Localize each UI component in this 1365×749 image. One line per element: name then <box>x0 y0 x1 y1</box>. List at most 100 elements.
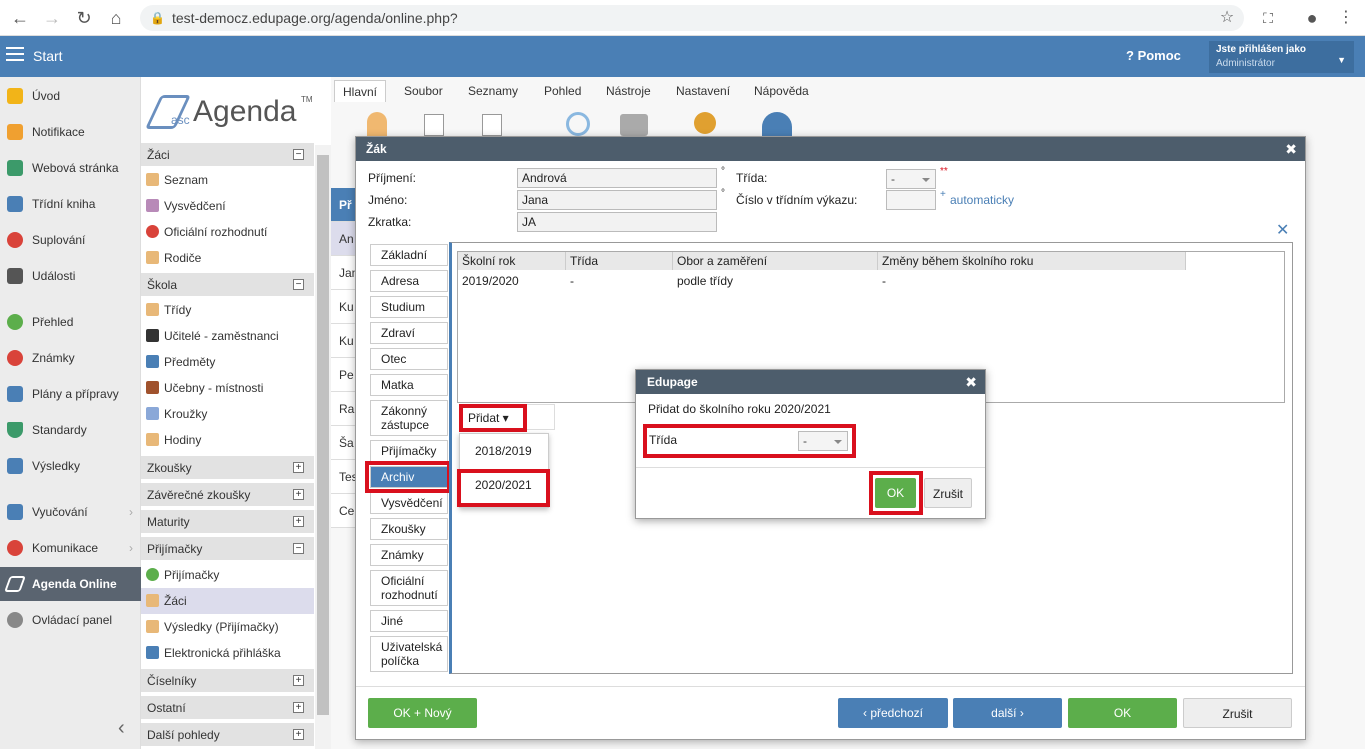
column-header[interactable]: Třída <box>566 252 673 270</box>
edupage-trida-select[interactable]: - <box>798 431 848 451</box>
section-dalsi-pohledy[interactable]: Další pohledy + <box>141 723 314 747</box>
list-item[interactable]: Ku <box>331 324 355 358</box>
list-item[interactable]: An <box>331 222 355 256</box>
item-prijimacky[interactable]: Přijímačky <box>141 562 314 588</box>
table-cell[interactable]: - <box>566 272 574 290</box>
tab-napoveda[interactable]: Nápověda <box>746 80 817 102</box>
edupage-zrusit-button[interactable]: Zrušit <box>924 478 972 508</box>
item-oficialni[interactable]: Oficiální rozhodnutí <box>141 219 314 245</box>
item-elektronicka-prihlaska[interactable]: Elektronická přihláška <box>141 640 314 666</box>
tab-adresa[interactable]: Adresa <box>370 270 448 292</box>
cislo-field[interactable] <box>886 190 936 210</box>
expand-icon[interactable]: + <box>293 462 304 473</box>
collapse-chevron-icon[interactable]: ‹ <box>118 717 125 740</box>
section-maturity[interactable]: Maturity + <box>141 510 314 534</box>
section-zaci[interactable]: Žáci − <box>141 143 314 167</box>
table-cell[interactable]: 2019/2020 <box>458 272 519 290</box>
column-header[interactable]: Změny během školního roku <box>878 252 1186 270</box>
expand-icon[interactable]: + <box>293 702 304 713</box>
pridat-button[interactable]: Přidat ▾ <box>459 404 527 432</box>
tab-znamky[interactable]: Známky <box>370 544 448 566</box>
item-hodiny[interactable]: Hodiny <box>141 427 314 453</box>
nav-notifikace[interactable]: Notifikace <box>0 115 141 149</box>
nav-uvod[interactable]: Úvod <box>0 79 141 113</box>
nav-komunikace[interactable]: Komunikace › <box>0 531 141 565</box>
list-item[interactable]: Tes <box>331 460 358 494</box>
tab-seznamy[interactable]: Seznamy <box>460 80 526 102</box>
list-item[interactable]: Pe <box>331 358 355 392</box>
start-link[interactable]: Start <box>33 48 63 64</box>
nav-vyucovani[interactable]: Vyučování › <box>0 495 141 529</box>
nav-vysledky[interactable]: Výsledky <box>0 449 141 483</box>
magnifier-icon[interactable] <box>566 112 590 136</box>
tab-prijimacky[interactable]: Přijímačky <box>370 440 448 462</box>
user-menu[interactable]: Jste přihlášen jako Administrátor ▼ <box>1209 41 1354 73</box>
table-cell[interactable]: - <box>878 272 886 290</box>
prijmeni-field[interactable]: Andrová <box>517 168 717 188</box>
close-icon[interactable]: ✖ <box>1285 137 1297 161</box>
section-zkousky[interactable]: Zkoušky + <box>141 456 314 480</box>
nav-znamky[interactable]: Známky <box>0 341 141 375</box>
nav-udalosti[interactable]: Události <box>0 259 141 293</box>
list-item[interactable]: Jan <box>331 256 358 290</box>
person-icon[interactable] <box>367 112 387 136</box>
predchozi-button[interactable]: ‹ předchozí <box>838 698 948 728</box>
nav-tridni-kniha[interactable]: Třídní kniha <box>0 187 141 221</box>
edupage-ok-button[interactable]: OK <box>875 478 916 508</box>
section-ostatni[interactable]: Ostatní + <box>141 696 314 720</box>
tab-vysvedceni[interactable]: Vysvědčení <box>370 492 448 514</box>
tab-hlavni[interactable]: Hlavní <box>334 80 387 102</box>
item-krouzky[interactable]: Kroužky <box>141 401 314 427</box>
home-icon[interactable]: ⌂ <box>104 6 128 30</box>
nav-plany[interactable]: Plány a přípravy <box>0 377 141 411</box>
section-skola[interactable]: Škola − <box>141 273 314 297</box>
tab-nastaveni[interactable]: Nastavení <box>668 80 738 102</box>
zkratka-field[interactable]: JA <box>517 212 717 232</box>
table-cell[interactable]: podle třídy <box>673 272 733 290</box>
tab-soubor[interactable]: Soubor <box>396 80 451 102</box>
trida-select[interactable]: - <box>886 169 936 189</box>
nav-suplovani[interactable]: Suplování <box>0 223 141 257</box>
menu-dots-icon[interactable]: ⋮ <box>1334 6 1358 30</box>
expand-icon[interactable]: + <box>293 729 304 740</box>
expand-icon[interactable]: + <box>293 516 304 527</box>
expand-icon[interactable]: + <box>293 675 304 686</box>
item-ucitele[interactable]: Učitelé - zaměstnanci <box>141 323 314 349</box>
ok-novy-button[interactable]: OK + Nový <box>368 698 477 728</box>
item-vysvedceni[interactable]: Vysvědčení <box>141 193 314 219</box>
tab-uzivatelska-policka[interactable]: Uživatelská políčka <box>370 636 448 672</box>
item-zaci[interactable]: Žáci <box>141 588 314 614</box>
nav-webova-stranka[interactable]: Webová stránka <box>0 151 141 185</box>
tab-pohled[interactable]: Pohled <box>536 80 589 102</box>
address-bar[interactable]: 🔒 test-democz.edupage.org/agenda/online.… <box>140 5 1244 31</box>
expand-icon[interactable]: + <box>293 489 304 500</box>
tab-zkousky[interactable]: Zkoušky <box>370 518 448 540</box>
cast-icon[interactable]: ⛶ <box>1256 6 1280 30</box>
document-delete-icon[interactable] <box>482 114 502 136</box>
year-option-2018[interactable]: 2018/2019 <box>475 444 532 458</box>
jmeno-field[interactable]: Jana <box>517 190 717 210</box>
list-item[interactable]: Ra <box>331 392 355 426</box>
close-icon[interactable]: ✖ <box>965 370 977 394</box>
item-rodice[interactable]: Rodiče <box>141 245 314 271</box>
section-ciselniky[interactable]: Číselníky + <box>141 669 314 693</box>
tab-zakladni[interactable]: Základní <box>370 244 448 266</box>
section-prijimacky[interactable]: Přijímačky − <box>141 537 314 561</box>
collapse-icon[interactable]: − <box>293 149 304 160</box>
forward-arrow-icon[interactable]: → <box>40 6 64 30</box>
nav-ovladaci-panel[interactable]: Ovládací panel <box>0 603 141 637</box>
tools-icon[interactable]: ✕ <box>1276 220 1294 239</box>
nav-standardy[interactable]: Standardy <box>0 413 141 447</box>
nav-prehled[interactable]: Přehled <box>0 305 141 339</box>
item-seznam[interactable]: Seznam <box>141 167 314 193</box>
hamburger-icon[interactable] <box>6 47 24 61</box>
column-header[interactable]: Obor a zaměření <box>673 252 878 270</box>
item-predmety[interactable]: Předměty <box>141 349 314 375</box>
item-ucebny[interactable]: Učebny - místnosti <box>141 375 314 401</box>
document-icon[interactable] <box>424 114 444 136</box>
sidebar-scrollbar[interactable] <box>315 145 331 749</box>
key-icon[interactable] <box>694 112 716 134</box>
list-item[interactable]: Ša <box>331 426 355 460</box>
item-tridy[interactable]: Třídy <box>141 297 314 323</box>
tab-zakonny-zastupce[interactable]: Zákonný zástupce <box>370 400 448 436</box>
